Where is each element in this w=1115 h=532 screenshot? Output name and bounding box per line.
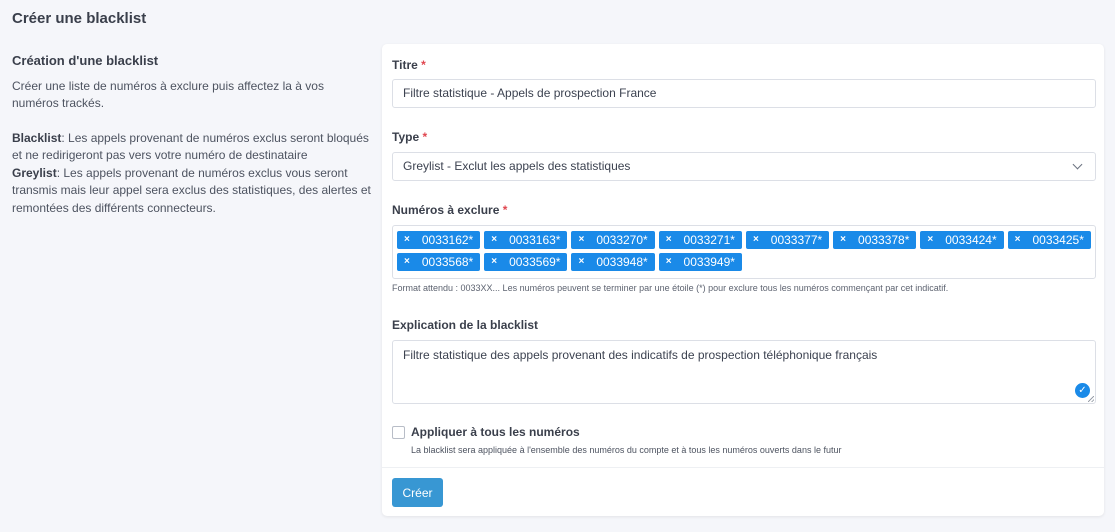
number-tag-label: 0033271* (683, 233, 735, 247)
number-tag: × 0033424* (920, 231, 1004, 249)
number-tag-label: 0033948* (596, 255, 648, 269)
number-tag: × 0033163* (484, 231, 568, 249)
required-mark: * (421, 58, 426, 72)
info-panel: Création d'une blacklist Créer une liste… (12, 52, 372, 217)
blacklist-description: Blacklist: Les appels provenant de numér… (12, 130, 372, 165)
explanation-textarea[interactable]: Filtre statistique des appels provenant … (392, 340, 1096, 404)
numbers-tag-list: × 0033162* × 0033163* × 0033270* × 0033271* × 003… (397, 231, 1091, 271)
apply-all-checkbox[interactable] (392, 426, 405, 439)
number-tag: × 0033949* (658, 253, 742, 271)
remove-tag-icon[interactable]: × (491, 253, 497, 271)
greylist-description: Greylist: Les appels provenant de numéro… (12, 165, 372, 218)
number-tag: × 0033271* (658, 231, 742, 249)
title-input[interactable]: Filtre statistique - Appels de prospecti… (392, 79, 1096, 108)
section-title: Création d'une blacklist (12, 53, 159, 68)
numbers-hint: Format attendu : 0033XX... Les numéros p… (392, 283, 949, 293)
type-select-value: Greylist - Exclut les appels des statist… (403, 159, 631, 173)
number-tag-label: 0033568* (421, 255, 474, 269)
remove-tag-icon[interactable]: × (578, 253, 584, 271)
numbers-tag-input[interactable]: × 0033162* × 0033163* × 0033270* × 0033271* × 003… (392, 225, 1096, 279)
page-title: Créer une blacklist (12, 10, 147, 27)
type-select[interactable]: Greylist - Exclut les appels des statist… (392, 152, 1096, 181)
numbers-label: Numéros à exclure * (392, 203, 508, 217)
remove-tag-icon[interactable]: × (404, 231, 410, 249)
remove-tag-icon[interactable]: × (404, 253, 410, 271)
explanation-text: Filtre statistique des appels provenant … (403, 348, 878, 362)
number-tag-label: 0033425* (1032, 233, 1084, 247)
explanation-label: Explication de la blacklist (392, 318, 539, 332)
title-label: Titre * (392, 58, 426, 72)
apply-all-label[interactable]: Appliquer à tous les numéros (411, 425, 580, 439)
remove-tag-icon[interactable]: × (840, 231, 846, 249)
divider (382, 467, 1104, 468)
apply-all-help: La blacklist sera appliquée à l'ensemble… (411, 445, 842, 455)
remove-tag-icon[interactable]: × (491, 231, 497, 249)
required-mark: * (422, 130, 428, 144)
blacklist-term: Blacklist (12, 130, 62, 145)
remove-tag-icon[interactable]: × (666, 231, 672, 249)
number-tag-label: 0033163* (509, 233, 561, 247)
number-tag-label: 0033424* (945, 233, 997, 247)
remove-tag-icon[interactable]: × (578, 231, 584, 249)
chevron-down-icon (1072, 159, 1083, 170)
greylist-term: Greylist (12, 165, 57, 180)
form-card: Titre * Filtre statistique - Appels de p… (382, 44, 1104, 516)
greylist-desc: : Les appels provenant de numéros exclus… (12, 165, 371, 215)
number-tag-label: 0033270* (596, 233, 648, 247)
number-tag: × 0033270* (571, 231, 655, 249)
number-tag-label: 0033378* (858, 233, 910, 247)
intro-text: Créer une liste de numéros à exclure pui… (12, 78, 324, 111)
type-label: Type * (392, 130, 428, 144)
blacklist-desc: : Les appels provenant de numéros exclus… (12, 130, 369, 163)
required-mark: * (502, 203, 508, 217)
number-tag: × 0033377* (745, 231, 830, 249)
number-tag-label: 0033162* (421, 233, 474, 247)
remove-tag-icon[interactable]: × (927, 231, 933, 249)
number-tag: × 0033569* (484, 253, 568, 271)
number-tag: × 0033162* (397, 231, 481, 249)
remove-tag-icon[interactable]: × (1015, 231, 1021, 249)
number-tag: × 0033425* (1007, 231, 1091, 249)
resize-grip-icon[interactable] (1088, 396, 1094, 402)
number-tag: × 0033948* (571, 253, 655, 271)
number-tag-label: 0033569* (509, 255, 561, 269)
number-tag-label: 0033377* (770, 233, 823, 247)
number-tag-label: 0033949* (683, 255, 735, 269)
remove-tag-icon[interactable]: × (666, 253, 672, 271)
remove-tag-icon[interactable]: × (753, 231, 759, 249)
number-tag: × 0033568* (397, 253, 481, 271)
create-button[interactable]: Créer (392, 478, 443, 507)
number-tag: × 0033378* (833, 231, 917, 249)
